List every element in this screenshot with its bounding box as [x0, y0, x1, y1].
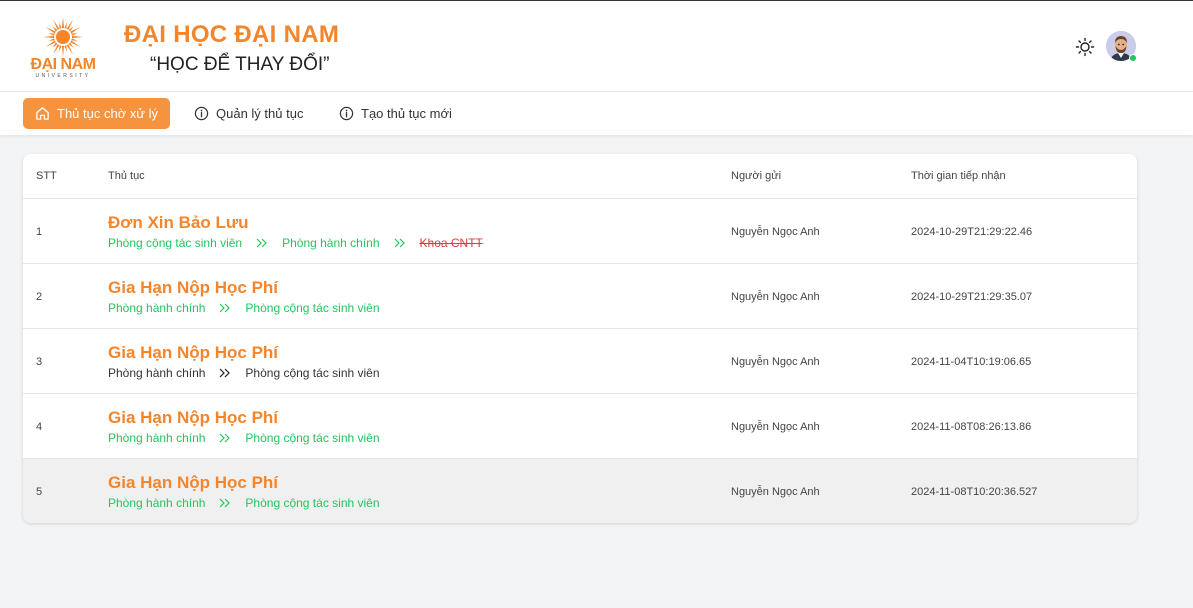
route-step: Phòng hành chính — [108, 301, 206, 315]
route-step: Phòng cộng tác sinh viên — [245, 301, 380, 315]
tab-create-procedure[interactable]: Tạo thủ tục mới — [327, 98, 464, 129]
route-step: Phòng hành chính — [108, 431, 206, 445]
received-time: 2024-11-04T10:19:06.65 — [911, 356, 1032, 368]
university-slogan: “HỌC ĐỂ THAY ĐỔI” — [150, 54, 330, 75]
approval-route: Phòng hành chính Phòng cộng tác sinh viên — [108, 496, 380, 510]
sender-name: Nguyễn Ngọc Anh — [731, 356, 820, 368]
procedure-name[interactable]: Gia Hạn Nộp Học Phí — [108, 343, 278, 363]
info-icon — [339, 106, 354, 121]
sender-name: Nguyễn Ngọc Anh — [731, 226, 820, 238]
approval-route: Phòng hành chính Phòng cộng tác sinh viên — [108, 431, 380, 445]
tab-label: Tạo thủ tục mới — [361, 106, 452, 121]
procedure-name[interactable]: Gia Hạn Nộp Học Phí — [108, 278, 278, 298]
route-step: Phòng cộng tác sinh viên — [245, 496, 380, 510]
university-logo[interactable]: ĐẠI NAM UNIVERSITY — [25, 13, 101, 81]
route-step: Phòng cộng tác sinh viên — [108, 236, 243, 250]
procedure-name[interactable]: Gia Hạn Nộp Học Phí — [108, 408, 278, 428]
tab-label: Thủ tục chờ xử lý — [57, 106, 159, 121]
chevrons-right-icon — [394, 238, 406, 248]
logo-wordmark: ĐẠI NAM — [30, 56, 96, 73]
row-index: 3 — [36, 356, 43, 368]
chevrons-right-icon — [219, 303, 231, 313]
tab-label: Quản lý thủ tục — [216, 106, 304, 121]
table-row[interactable]: 5 Gia Hạn Nộp Học Phí Phòng hành chính Phòn… — [23, 459, 1137, 523]
row-index: 5 — [36, 486, 43, 498]
procedure-name[interactable]: Đơn Xin Bảo Lưu — [108, 213, 249, 233]
table-row[interactable]: 2 Gia Hạn Nộp Học Phí Phòng hành chính Phòn… — [23, 264, 1137, 329]
column-header-procedure: Thủ tục — [108, 170, 145, 182]
sunburst-logo-icon — [43, 17, 83, 57]
sender-name: Nguyễn Ngọc Anh — [731, 421, 820, 433]
route-step: Phòng hành chính — [108, 366, 206, 380]
column-header-received-time: Thời gian tiếp nhận — [911, 170, 1006, 182]
route-step: Phòng hành chính — [108, 496, 206, 510]
tab-manage-procedures[interactable]: Quản lý thủ tục — [182, 98, 315, 129]
route-step: Phòng cộng tác sinh viên — [245, 366, 380, 380]
chevrons-right-icon — [219, 498, 231, 508]
university-title: ĐẠI HỌC ĐẠI NAM — [124, 21, 340, 48]
approval-route: Phòng hành chính Phòng cộng tác sinh viên — [108, 301, 380, 315]
received-time: 2024-10-29T21:29:35.07 — [911, 291, 1033, 303]
row-index: 4 — [36, 421, 43, 433]
chevrons-right-icon — [256, 238, 268, 248]
received-time: 2024-11-08T10:20:36.527 — [911, 486, 1038, 498]
home-icon — [36, 107, 49, 120]
received-time: 2024-10-29T21:29:22.46 — [911, 226, 1033, 238]
table-row[interactable]: 4 Gia Hạn Nộp Học Phí Phòng hành chính Phòn… — [23, 394, 1137, 459]
table-row[interactable]: 3 Gia Hạn Nộp Học Phí Phòng hành chính Phòn… — [23, 329, 1137, 394]
online-status-indicator — [1129, 54, 1137, 62]
chevrons-right-icon — [219, 368, 231, 378]
received-time: 2024-11-08T08:26:13.86 — [911, 421, 1032, 433]
tab-bar: Thủ tục chờ xử lý Quản lý thủ tục Tạo th… — [0, 92, 1193, 135]
table-row[interactable]: 1 Đơn Xin Bảo Lưu Phòng cộng tác sinh viên… — [23, 199, 1137, 264]
sender-name: Nguyễn Ngọc Anh — [731, 486, 820, 498]
route-step: Khoa CNTT — [419, 236, 483, 250]
chevrons-right-icon — [219, 433, 231, 443]
approval-route: Phòng cộng tác sinh viên Phòng hành chính… — [108, 236, 483, 250]
column-header-stt: STT — [36, 170, 57, 182]
procedures-table: STT Thủ tục Người gửi Thời gian tiếp nhậ… — [23, 154, 1137, 523]
sender-name: Nguyễn Ngọc Anh — [731, 291, 820, 303]
tab-pending-procedures[interactable]: Thủ tục chờ xử lý — [23, 98, 171, 129]
row-index: 1 — [36, 226, 43, 238]
logo-subtitle: UNIVERSITY — [35, 73, 91, 79]
row-index: 2 — [36, 291, 43, 303]
sun-icon[interactable] — [1075, 37, 1095, 57]
approval-route: Phòng hành chính Phòng cộng tác sinh viên — [108, 366, 380, 380]
route-step: Phòng cộng tác sinh viên — [245, 431, 380, 445]
table-header: STT Thủ tục Người gửi Thời gian tiếp nhậ… — [23, 154, 1137, 199]
route-step: Phòng hành chính — [282, 236, 380, 250]
info-icon — [194, 106, 209, 121]
procedure-name[interactable]: Gia Hạn Nộp Học Phí — [108, 473, 278, 493]
column-header-sender: Người gửi — [731, 170, 782, 182]
app-header: ĐẠI NAM UNIVERSITY ĐẠI HỌC ĐẠI NAM “HỌC … — [0, 0, 1193, 92]
